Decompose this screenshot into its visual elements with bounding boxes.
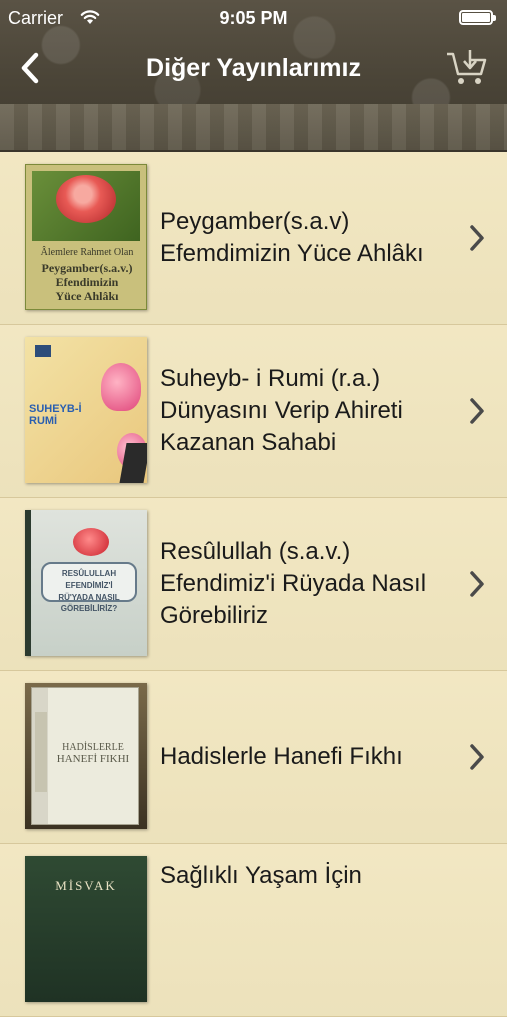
publications-list: Âlemlere Rahmet Olan Peygamber(s.a.v.) E…: [0, 152, 507, 1017]
status-time: 9:05 PM: [219, 8, 288, 28]
book-cover: MİSVAK: [25, 856, 147, 1002]
nav-bar: Diğer Yayınlarımız: [0, 36, 507, 104]
chevron-right-icon: [470, 571, 484, 597]
book-cover: HADİSLERLE HANEFİ FIKHI: [25, 683, 147, 829]
book-cover: Âlemlere Rahmet Olan Peygamber(s.a.v.) E…: [25, 164, 147, 310]
header-ornament-band: [0, 104, 507, 152]
battery-icon: [459, 10, 496, 25]
chevron-right-icon: [470, 744, 484, 770]
book-title: Suheyb- i Rumi (r.a.) Dünyasını Verip Ah…: [160, 365, 403, 456]
chevron-right-icon: [470, 398, 484, 424]
list-item[interactable]: MİSVAK Sağlıklı Yaşam İçin: [0, 844, 507, 1017]
book-cover: SUHEYB-İ RUMİ: [25, 337, 147, 483]
cart-download-icon[interactable]: [445, 48, 489, 88]
book-title: Peygamber(s.a.v) Efemdimizin Yüce Ahlâkı: [160, 208, 424, 267]
navigation-header: Carrier 9:05 PM Diğer Yayınlarımız: [0, 0, 507, 152]
book-title: Resûlullah (s.a.v.) Efendimiz'i Rüyada N…: [160, 538, 427, 629]
status-bar: Carrier 9:05 PM: [0, 0, 507, 36]
book-cover: RESÛLULLAH EFENDİMİZ'İ RÜ'YADA NASIL GÖR…: [25, 510, 147, 656]
chevron-right-icon: [470, 225, 484, 251]
list-item[interactable]: Âlemlere Rahmet Olan Peygamber(s.a.v.) E…: [0, 152, 507, 325]
list-item[interactable]: SUHEYB-İ RUMİ Suheyb- i Rumi (r.a.) Düny…: [0, 325, 507, 498]
list-item[interactable]: RESÛLULLAH EFENDİMİZ'İ RÜ'YADA NASIL GÖR…: [0, 498, 507, 671]
book-title: Sağlıklı Yaşam İçin: [160, 862, 362, 889]
page-title: Diğer Yayınlarımız: [146, 54, 361, 82]
list-item[interactable]: HADİSLERLE HANEFİ FIKHI Hadislerle Hanef…: [0, 671, 507, 844]
book-title: Hadislerle Hanefi Fıkhı: [160, 743, 403, 770]
